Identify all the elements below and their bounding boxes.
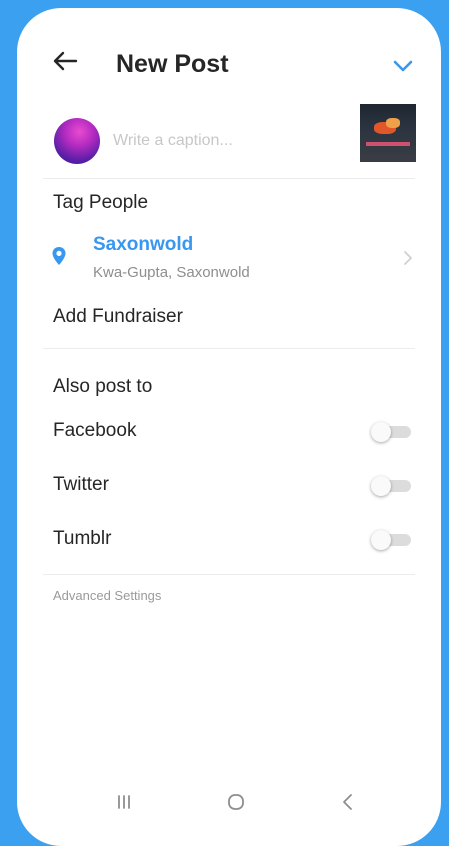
share-row-facebook: Facebook [17, 412, 441, 452]
tumblr-toggle[interactable] [371, 530, 413, 550]
location-option[interactable]: Saxonwold Kwa-Gupta, Saxonwold [17, 230, 441, 292]
checkmark-icon [393, 60, 413, 72]
chevron-right-icon [404, 251, 412, 265]
also-post-to-heading: Also post to [53, 376, 153, 397]
advanced-settings-link[interactable]: Advanced Settings [53, 588, 161, 603]
facebook-toggle[interactable] [371, 422, 413, 442]
share-label: Tumblr [53, 528, 112, 549]
share-button[interactable] [391, 56, 415, 76]
header: New Post [17, 8, 441, 108]
tag-people-option[interactable]: Tag People [53, 192, 148, 214]
phone-screen: New Post Tag People Saxonwold Kwa-Gupta,… [17, 8, 441, 846]
share-row-tumblr: Tumblr [17, 520, 441, 560]
location-pin-icon [52, 247, 66, 265]
twitter-toggle[interactable] [371, 476, 413, 496]
divider [43, 348, 415, 349]
home-button[interactable] [224, 790, 248, 814]
recent-apps-icon [118, 795, 130, 809]
system-nav-bar [17, 780, 441, 824]
caption-row [17, 104, 441, 180]
share-label: Facebook [53, 420, 137, 441]
recent-apps-button[interactable] [112, 790, 136, 814]
avatar [54, 118, 100, 164]
back-button[interactable] [50, 46, 80, 76]
arrow-left-icon [53, 51, 78, 71]
page-title: New Post [116, 50, 229, 78]
back-icon [343, 794, 352, 810]
share-row-twitter: Twitter [17, 466, 441, 506]
location-name: Saxonwold [93, 234, 194, 255]
add-fundraiser-option[interactable]: Add Fundraiser [53, 306, 183, 328]
nav-back-button[interactable] [336, 790, 360, 814]
share-label: Twitter [53, 474, 109, 495]
caption-input[interactable] [113, 126, 343, 156]
post-thumbnail[interactable] [360, 104, 416, 162]
home-icon [228, 794, 244, 810]
divider [43, 178, 415, 179]
divider [43, 574, 415, 575]
location-subtitle: Kwa-Gupta, Saxonwold [93, 264, 250, 281]
